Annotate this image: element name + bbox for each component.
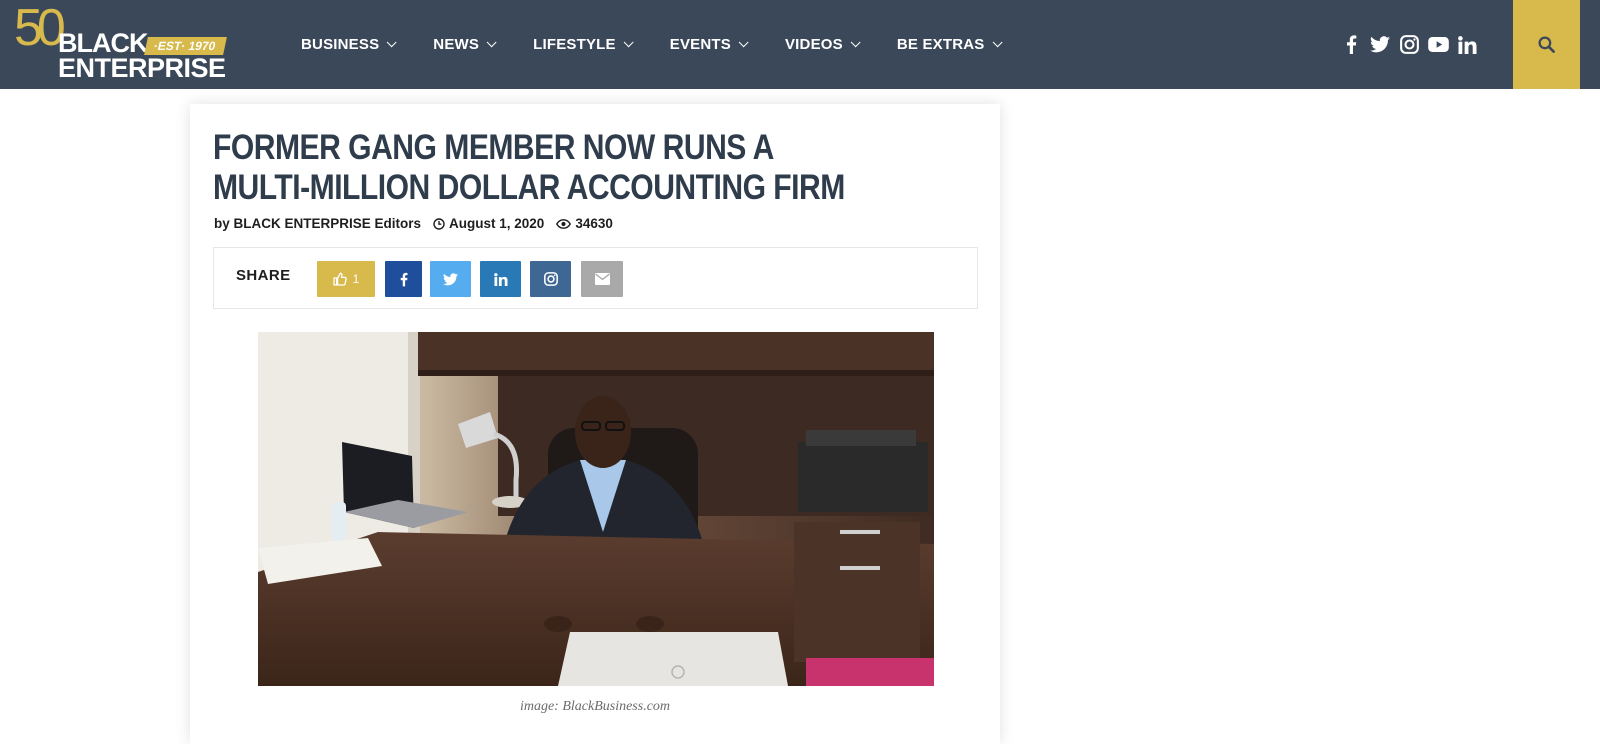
nav-item-label: LIFESTYLE: [533, 36, 616, 53]
nav-item-business[interactable]: BUSINESS: [301, 36, 397, 53]
article-title: FORMER GANG MEMBER NOW RUNS A MULTI-MILL…: [213, 128, 845, 207]
logo-fifty: 50: [14, 0, 66, 57]
envelope-icon: [594, 273, 610, 285]
twitter-icon[interactable]: [1369, 34, 1391, 56]
clock-icon: [433, 217, 445, 230]
chevron-down-icon: [850, 37, 861, 48]
nav-item-label: BE EXTRAS: [896, 36, 985, 53]
share-instagram-button[interactable]: [530, 261, 571, 297]
search-button[interactable]: [1513, 0, 1580, 89]
article-date: August 1, 2020: [449, 216, 545, 231]
nav-item-label: VIDEOS: [784, 36, 843, 53]
site-logo[interactable]: 50 BLACK ·EST· 1970 ENTERPRISE: [14, 2, 236, 83]
like-button[interactable]: 1: [317, 261, 375, 297]
nav-item-news[interactable]: NEWS: [433, 36, 497, 53]
chevron-down-icon: [992, 37, 1003, 48]
article-card: FORMER GANG MEMBER NOW RUNS A MULTI-MILL…: [190, 104, 1000, 744]
social-links: [1340, 0, 1485, 89]
eye-icon: [556, 218, 572, 229]
chevron-down-icon: [386, 37, 397, 48]
like-count: 1: [352, 272, 360, 286]
nav-item-videos[interactable]: VIDEOS: [784, 36, 861, 53]
article-meta: by BLACK ENTERPRISE Editors August 1, 20…: [214, 216, 613, 231]
instagram-icon[interactable]: [1398, 34, 1420, 56]
share-linkedin-button[interactable]: [480, 261, 521, 297]
instagram-icon: [543, 272, 558, 286]
twitter-icon: [443, 272, 458, 285]
share-email-button[interactable]: [581, 261, 623, 297]
article-byline[interactable]: by BLACK ENTERPRISE Editors: [214, 216, 421, 231]
article-views: 34630: [575, 216, 613, 231]
nav-item-be-extras[interactable]: BE EXTRAS: [896, 36, 1003, 53]
share-bar: SHARE 1: [213, 247, 978, 309]
share-twitter-button[interactable]: [430, 261, 471, 297]
article-hero-image: [258, 332, 934, 686]
thumbs-up-icon: [333, 272, 347, 286]
share-facebook-button[interactable]: [385, 261, 422, 297]
nav-item-label: BUSINESS: [301, 36, 380, 53]
main-nav: BUSINESS NEWS LIFESTYLE EVENTS VIDEOS BE…: [301, 0, 1039, 89]
chevron-down-icon: [623, 37, 634, 48]
share-label: SHARE: [236, 267, 291, 284]
image-caption: image: BlackBusiness.com: [519, 699, 671, 714]
youtube-icon[interactable]: [1427, 34, 1449, 56]
search-icon: [1538, 36, 1555, 53]
nav-item-label: EVENTS: [669, 36, 731, 53]
nav-item-lifestyle[interactable]: LIFESTYLE: [533, 36, 634, 53]
linkedin-icon[interactable]: [1456, 34, 1478, 56]
logo-enterprise: ENTERPRISE: [58, 53, 226, 83]
nav-item-label: NEWS: [433, 36, 480, 53]
chevron-down-icon: [486, 37, 497, 48]
facebook-icon[interactable]: [1340, 34, 1362, 56]
site-header: 50 BLACK ·EST· 1970 ENTERPRISE BUSINESS …: [0, 0, 1600, 89]
chevron-down-icon: [738, 37, 749, 48]
facebook-icon: [400, 272, 407, 286]
linkedin-icon: [493, 272, 507, 286]
nav-item-events[interactable]: EVENTS: [669, 36, 749, 53]
